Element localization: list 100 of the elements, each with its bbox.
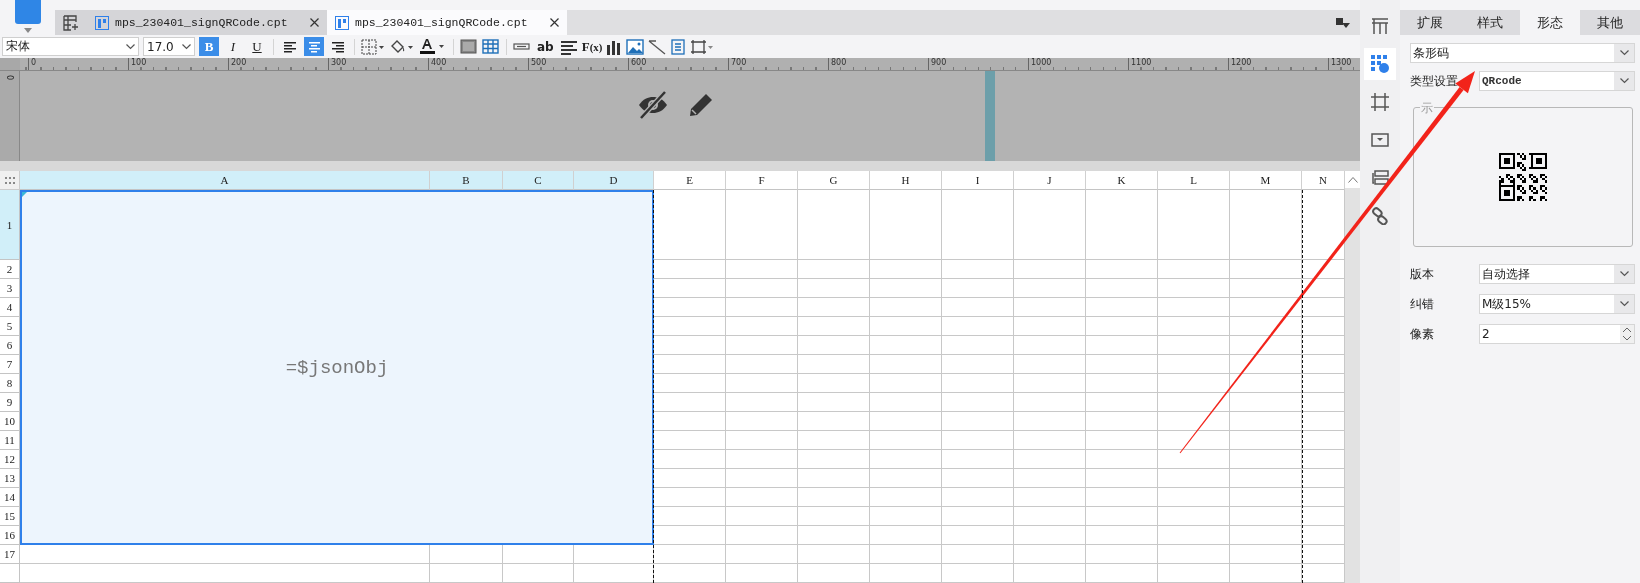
column-header[interactable]: M (1230, 171, 1302, 190)
table-cell (1086, 279, 1158, 298)
side-panel-button[interactable] (1364, 48, 1396, 80)
merged-cell[interactable]: =$jsonObj (20, 190, 654, 545)
table-cell (870, 431, 942, 450)
column-header[interactable]: K (1086, 171, 1158, 190)
new-sheet-tab[interactable] (55, 10, 87, 35)
panel-menu-icon[interactable] (1336, 18, 1350, 29)
table-cell (942, 564, 1014, 583)
column-header[interactable]: E (654, 171, 726, 190)
bar-chart-icon[interactable] (606, 38, 623, 55)
table-cell (726, 564, 798, 583)
table-cell (726, 469, 798, 488)
cell-properties-icon (1371, 55, 1389, 73)
hidden-eye-icon[interactable] (637, 91, 669, 119)
row-header[interactable]: 10 (0, 412, 20, 431)
close-icon[interactable] (550, 18, 559, 27)
table-cell (942, 507, 1014, 526)
row-header[interactable]: 9 (0, 393, 20, 412)
row-header[interactable]: 7 (0, 355, 20, 374)
spinner-arrows-icon[interactable] (1620, 325, 1634, 343)
fill-bucket-icon[interactable] (389, 38, 415, 55)
row-header[interactable]: 8 (0, 374, 20, 393)
table-cell (1230, 412, 1302, 431)
file-tab[interactable]: mps_230401_signQRCode.cpt (87, 10, 327, 35)
font-color-icon[interactable] (419, 38, 447, 55)
row-header[interactable]: 11 (0, 431, 20, 450)
row-header[interactable]: 5 (0, 317, 20, 336)
panel-tab[interactable]: 样式 (1460, 10, 1520, 35)
underline-button[interactable]: U (247, 37, 267, 56)
paragraph-icon[interactable] (559, 38, 578, 55)
font-select[interactable]: 宋体 (2, 37, 139, 56)
caret-icon[interactable] (23, 28, 32, 33)
table-cell (1158, 507, 1230, 526)
pencil-icon[interactable] (687, 91, 715, 119)
file-tab[interactable]: mps_230401_signQRCode.cpt (327, 10, 567, 35)
table-cell (1014, 298, 1086, 317)
row-header[interactable]: 17 (0, 545, 20, 564)
app-icon[interactable] (14, 0, 41, 24)
row-header[interactable]: 4 (0, 298, 20, 317)
row-header[interactable]: 16 (0, 526, 20, 545)
table-cell (1014, 507, 1086, 526)
table-cell (1014, 336, 1086, 355)
row-header[interactable]: 12 (0, 450, 20, 469)
table-cell (654, 260, 726, 279)
panel-tab[interactable]: 形态 (1520, 10, 1580, 35)
panel-tab[interactable]: 其他 (1580, 10, 1640, 35)
table-icon[interactable] (482, 38, 500, 55)
text-tool-button[interactable]: ab (535, 37, 556, 56)
row-header[interactable]: 1 (0, 190, 20, 260)
slash-line-icon[interactable] (648, 38, 667, 55)
frame-dropdown-icon[interactable] (690, 38, 715, 55)
chevron-down-icon (1619, 301, 1629, 307)
select-field[interactable]: M级15% (1479, 294, 1635, 314)
table-cell (870, 355, 942, 374)
column-header[interactable]: N (1302, 171, 1345, 190)
borders-icon[interactable] (361, 38, 385, 55)
column-header[interactable]: H (870, 171, 942, 190)
scroll-up-button[interactable] (1345, 171, 1360, 188)
table-cell (942, 488, 1014, 507)
grid-layout-icon (1371, 18, 1389, 34)
row-header[interactable]: 14 (0, 488, 20, 507)
align-left-icon (283, 40, 297, 53)
table-cell (726, 526, 798, 545)
chevron-down-icon (125, 43, 135, 50)
row-header[interactable]: 15 (0, 507, 20, 526)
table-cell (798, 374, 870, 393)
select-field[interactable]: 自动选择 (1479, 264, 1635, 284)
vertical-scrollbar[interactable] (1345, 171, 1360, 583)
table-cell (1014, 564, 1086, 583)
type-select[interactable]: QRcode (1479, 71, 1635, 91)
table-cell (798, 317, 870, 336)
table-cell (798, 355, 870, 374)
table-cell (1086, 355, 1158, 374)
column-header[interactable]: B (430, 171, 503, 190)
italic-button[interactable]: I (223, 37, 243, 56)
column-header[interactable]: A (20, 171, 430, 190)
font-size-select[interactable]: 17.0 (143, 37, 195, 56)
table-cell (726, 355, 798, 374)
subreport-icon[interactable] (670, 38, 687, 55)
table-cell (1158, 564, 1230, 583)
cell-shading-icon[interactable] (460, 38, 478, 55)
column-header[interactable]: I (942, 171, 1014, 190)
close-icon[interactable] (310, 18, 319, 27)
image-icon[interactable] (626, 38, 645, 55)
column-header[interactable]: J (1014, 171, 1086, 190)
table-cell (798, 412, 870, 431)
column-header[interactable]: C (503, 171, 574, 190)
number-field[interactable]: 2 (1479, 324, 1635, 344)
table-cell (798, 507, 870, 526)
panel-tab[interactable]: 扩展 (1400, 10, 1460, 35)
column-header[interactable]: D (574, 171, 654, 190)
column-header[interactable]: G (798, 171, 870, 190)
column-header[interactable]: F (726, 171, 798, 190)
column-header[interactable]: L (1158, 171, 1230, 190)
row-header[interactable]: 2 (0, 260, 20, 279)
widget-type-select[interactable]: 条形码 (1410, 43, 1635, 63)
row-header[interactable]: 3 (0, 279, 20, 298)
row-header[interactable]: 13 (0, 469, 20, 488)
row-header[interactable]: 6 (0, 336, 20, 355)
